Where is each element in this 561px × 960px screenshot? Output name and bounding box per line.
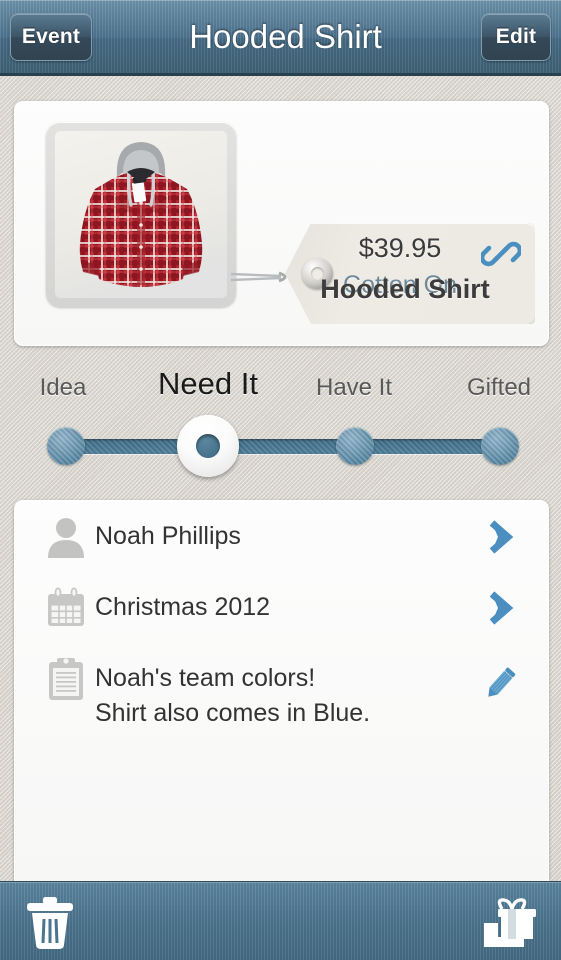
app-screen: Event Hooded Shirt Edit $39.95 Cotton On… [0,0,561,960]
slider-label-have-it[interactable]: Have It [291,374,417,402]
event-name: Christmas 2012 [95,593,271,621]
slider-stop-have-it[interactable] [336,427,374,465]
notes-line-2: Shirt also comes in Blue. [95,699,371,727]
recipient-name: Noah Phillips [95,522,241,550]
person-icon [37,501,95,572]
bottom-toolbar [0,881,561,960]
slider-track[interactable] [47,439,514,454]
calendar-icon [37,572,95,643]
gift-button[interactable] [479,894,543,952]
detail-row-event[interactable]: Christmas 2012 [15,572,548,643]
gift-icon [484,898,536,947]
detail-row-recipient[interactable]: Noah Phillips [15,501,548,572]
slider-label-gifted[interactable]: Gifted [436,374,561,402]
pencil-icon[interactable] [472,643,528,718]
back-button-event[interactable]: Event [10,13,92,61]
detail-list-card: Noah Phillips Christmas 2012 Noah's team… [14,500,549,882]
detail-row-notes[interactable]: Noah's team colors! Shirt also comes in … [15,643,548,731]
price-value: $39.95 [358,233,442,263]
slider-label-need-it[interactable]: Need It [145,366,271,402]
delete-button[interactable] [18,894,82,952]
product-photo [55,131,227,298]
hooded-shirt-illustration [55,131,227,298]
page-title: Hooded Shirt [189,18,382,55]
chevron-right-icon[interactable] [472,572,528,643]
navigation-bar: Event Hooded Shirt Edit [0,0,561,76]
product-card: $39.95 Cotton On Hooded Shirt [14,101,549,346]
edit-button[interactable]: Edit [481,13,551,61]
trash-icon [27,897,73,949]
chevron-right-icon[interactable] [472,501,528,572]
product-photo-frame[interactable] [46,122,236,307]
slider-stop-gifted[interactable] [481,427,519,465]
status-slider[interactable]: Idea Need It Have It Gifted [0,360,561,485]
product-name: Hooded Shirt [320,274,490,304]
notes-line-1: Noah's team colors! [95,664,316,692]
link-icon[interactable] [481,234,521,274]
slider-stop-idea[interactable] [47,427,85,465]
clipboard-icon [37,643,95,714]
notes-text: Noah's team colors! Shirt also comes in … [95,643,472,731]
slider-label-idea[interactable]: Idea [0,374,126,402]
slider-knob-need-it[interactable] [177,415,239,477]
